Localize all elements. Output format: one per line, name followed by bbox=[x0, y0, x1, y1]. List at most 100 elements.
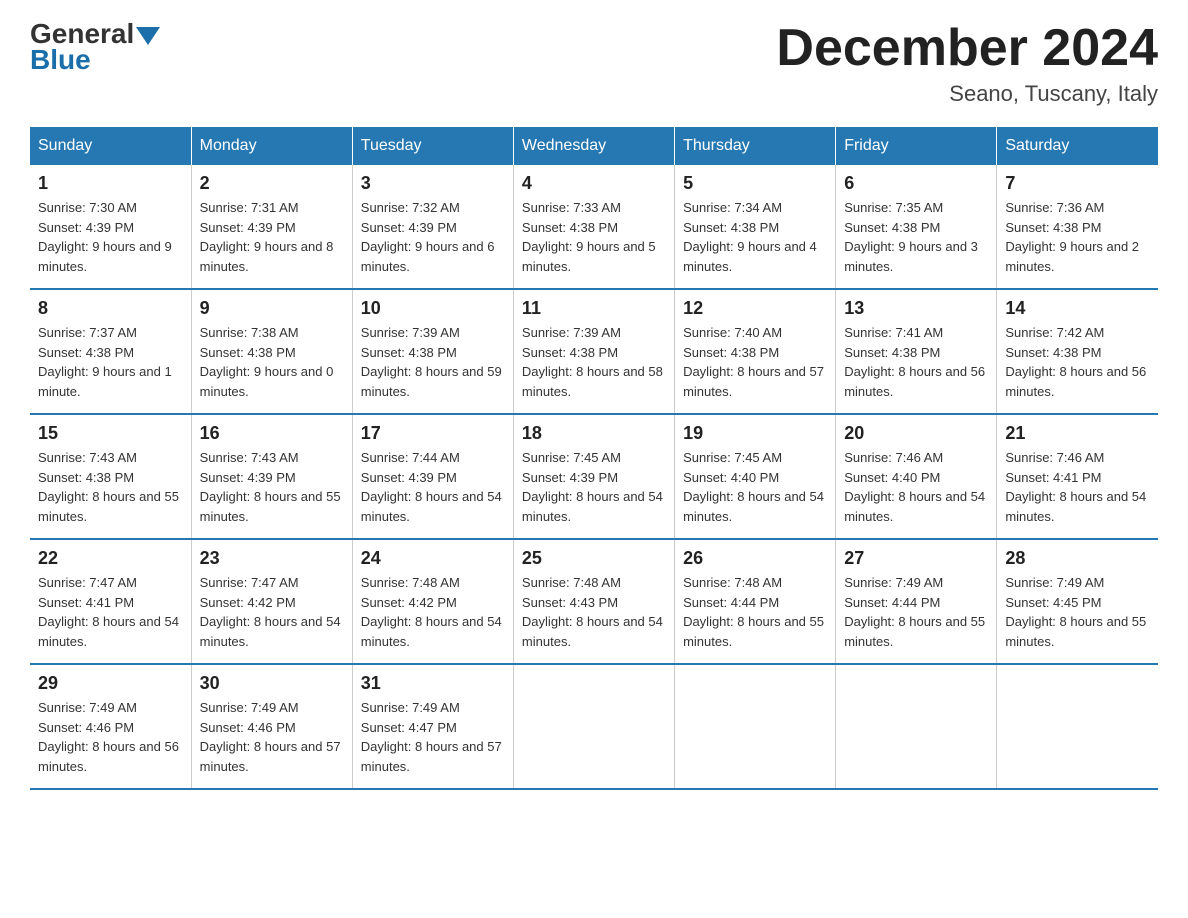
calendar-cell: 17 Sunrise: 7:44 AM Sunset: 4:39 PM Dayl… bbox=[352, 414, 513, 539]
calendar-cell: 4 Sunrise: 7:33 AM Sunset: 4:38 PM Dayli… bbox=[513, 165, 674, 289]
day-number: 28 bbox=[1005, 548, 1150, 569]
day-number: 8 bbox=[38, 298, 183, 319]
day-info: Sunrise: 7:31 AM Sunset: 4:39 PM Dayligh… bbox=[200, 198, 344, 276]
title-section: December 2024 Seano, Tuscany, Italy bbox=[776, 20, 1158, 107]
calendar-cell: 1 Sunrise: 7:30 AM Sunset: 4:39 PM Dayli… bbox=[30, 165, 191, 289]
day-number: 7 bbox=[1005, 173, 1150, 194]
calendar-cell bbox=[997, 664, 1158, 789]
day-info: Sunrise: 7:49 AM Sunset: 4:47 PM Dayligh… bbox=[361, 698, 505, 776]
calendar-day-header: Saturday bbox=[997, 127, 1158, 165]
day-info: Sunrise: 7:42 AM Sunset: 4:38 PM Dayligh… bbox=[1005, 323, 1150, 401]
calendar-cell: 20 Sunrise: 7:46 AM Sunset: 4:40 PM Dayl… bbox=[836, 414, 997, 539]
day-info: Sunrise: 7:38 AM Sunset: 4:38 PM Dayligh… bbox=[200, 323, 344, 401]
calendar-cell: 5 Sunrise: 7:34 AM Sunset: 4:38 PM Dayli… bbox=[675, 165, 836, 289]
day-number: 18 bbox=[522, 423, 666, 444]
day-number: 25 bbox=[522, 548, 666, 569]
day-info: Sunrise: 7:48 AM Sunset: 4:42 PM Dayligh… bbox=[361, 573, 505, 651]
calendar-day-header: Friday bbox=[836, 127, 997, 165]
day-info: Sunrise: 7:45 AM Sunset: 4:40 PM Dayligh… bbox=[683, 448, 827, 526]
day-info: Sunrise: 7:30 AM Sunset: 4:39 PM Dayligh… bbox=[38, 198, 183, 276]
calendar-cell: 7 Sunrise: 7:36 AM Sunset: 4:38 PM Dayli… bbox=[997, 165, 1158, 289]
day-number: 24 bbox=[361, 548, 505, 569]
day-info: Sunrise: 7:34 AM Sunset: 4:38 PM Dayligh… bbox=[683, 198, 827, 276]
logo-triangle-icon bbox=[136, 27, 160, 45]
day-number: 4 bbox=[522, 173, 666, 194]
day-info: Sunrise: 7:32 AM Sunset: 4:39 PM Dayligh… bbox=[361, 198, 505, 276]
day-number: 2 bbox=[200, 173, 344, 194]
day-info: Sunrise: 7:47 AM Sunset: 4:41 PM Dayligh… bbox=[38, 573, 183, 651]
calendar-day-header: Thursday bbox=[675, 127, 836, 165]
calendar-header-row: SundayMondayTuesdayWednesdayThursdayFrid… bbox=[30, 127, 1158, 165]
day-number: 22 bbox=[38, 548, 183, 569]
calendar-cell bbox=[675, 664, 836, 789]
page-header: General Blue December 2024 Seano, Tuscan… bbox=[30, 20, 1158, 107]
day-number: 10 bbox=[361, 298, 505, 319]
day-number: 13 bbox=[844, 298, 988, 319]
day-number: 31 bbox=[361, 673, 505, 694]
day-info: Sunrise: 7:44 AM Sunset: 4:39 PM Dayligh… bbox=[361, 448, 505, 526]
calendar-cell: 18 Sunrise: 7:45 AM Sunset: 4:39 PM Dayl… bbox=[513, 414, 674, 539]
day-number: 26 bbox=[683, 548, 827, 569]
location-text: Seano, Tuscany, Italy bbox=[776, 81, 1158, 107]
day-number: 3 bbox=[361, 173, 505, 194]
calendar-cell: 24 Sunrise: 7:48 AM Sunset: 4:42 PM Dayl… bbox=[352, 539, 513, 664]
calendar-cell: 15 Sunrise: 7:43 AM Sunset: 4:38 PM Dayl… bbox=[30, 414, 191, 539]
calendar-day-header: Sunday bbox=[30, 127, 191, 165]
day-number: 19 bbox=[683, 423, 827, 444]
calendar-day-header: Wednesday bbox=[513, 127, 674, 165]
day-number: 16 bbox=[200, 423, 344, 444]
calendar-cell: 21 Sunrise: 7:46 AM Sunset: 4:41 PM Dayl… bbox=[997, 414, 1158, 539]
calendar-cell: 11 Sunrise: 7:39 AM Sunset: 4:38 PM Dayl… bbox=[513, 289, 674, 414]
day-info: Sunrise: 7:46 AM Sunset: 4:40 PM Dayligh… bbox=[844, 448, 988, 526]
month-title: December 2024 bbox=[776, 20, 1158, 77]
calendar-cell: 16 Sunrise: 7:43 AM Sunset: 4:39 PM Dayl… bbox=[191, 414, 352, 539]
day-number: 11 bbox=[522, 298, 666, 319]
day-info: Sunrise: 7:40 AM Sunset: 4:38 PM Dayligh… bbox=[683, 323, 827, 401]
logo-blue-text: Blue bbox=[30, 46, 160, 74]
calendar-cell: 29 Sunrise: 7:49 AM Sunset: 4:46 PM Dayl… bbox=[30, 664, 191, 789]
calendar-week-row: 1 Sunrise: 7:30 AM Sunset: 4:39 PM Dayli… bbox=[30, 165, 1158, 289]
calendar-cell: 10 Sunrise: 7:39 AM Sunset: 4:38 PM Dayl… bbox=[352, 289, 513, 414]
calendar-week-row: 29 Sunrise: 7:49 AM Sunset: 4:46 PM Dayl… bbox=[30, 664, 1158, 789]
calendar-cell bbox=[836, 664, 997, 789]
calendar-day-header: Tuesday bbox=[352, 127, 513, 165]
day-info: Sunrise: 7:41 AM Sunset: 4:38 PM Dayligh… bbox=[844, 323, 988, 401]
calendar-week-row: 22 Sunrise: 7:47 AM Sunset: 4:41 PM Dayl… bbox=[30, 539, 1158, 664]
calendar-cell: 27 Sunrise: 7:49 AM Sunset: 4:44 PM Dayl… bbox=[836, 539, 997, 664]
calendar-cell: 25 Sunrise: 7:48 AM Sunset: 4:43 PM Dayl… bbox=[513, 539, 674, 664]
calendar-cell: 23 Sunrise: 7:47 AM Sunset: 4:42 PM Dayl… bbox=[191, 539, 352, 664]
calendar-cell: 28 Sunrise: 7:49 AM Sunset: 4:45 PM Dayl… bbox=[997, 539, 1158, 664]
calendar-cell: 30 Sunrise: 7:49 AM Sunset: 4:46 PM Dayl… bbox=[191, 664, 352, 789]
calendar-cell: 2 Sunrise: 7:31 AM Sunset: 4:39 PM Dayli… bbox=[191, 165, 352, 289]
day-number: 9 bbox=[200, 298, 344, 319]
day-info: Sunrise: 7:47 AM Sunset: 4:42 PM Dayligh… bbox=[200, 573, 344, 651]
calendar-cell: 14 Sunrise: 7:42 AM Sunset: 4:38 PM Dayl… bbox=[997, 289, 1158, 414]
day-number: 23 bbox=[200, 548, 344, 569]
day-info: Sunrise: 7:43 AM Sunset: 4:38 PM Dayligh… bbox=[38, 448, 183, 526]
day-info: Sunrise: 7:48 AM Sunset: 4:43 PM Dayligh… bbox=[522, 573, 666, 651]
day-info: Sunrise: 7:49 AM Sunset: 4:46 PM Dayligh… bbox=[38, 698, 183, 776]
day-info: Sunrise: 7:49 AM Sunset: 4:46 PM Dayligh… bbox=[200, 698, 344, 776]
day-number: 29 bbox=[38, 673, 183, 694]
day-number: 12 bbox=[683, 298, 827, 319]
calendar-week-row: 8 Sunrise: 7:37 AM Sunset: 4:38 PM Dayli… bbox=[30, 289, 1158, 414]
day-number: 20 bbox=[844, 423, 988, 444]
day-info: Sunrise: 7:35 AM Sunset: 4:38 PM Dayligh… bbox=[844, 198, 988, 276]
day-info: Sunrise: 7:36 AM Sunset: 4:38 PM Dayligh… bbox=[1005, 198, 1150, 276]
day-info: Sunrise: 7:39 AM Sunset: 4:38 PM Dayligh… bbox=[522, 323, 666, 401]
day-info: Sunrise: 7:46 AM Sunset: 4:41 PM Dayligh… bbox=[1005, 448, 1150, 526]
day-number: 17 bbox=[361, 423, 505, 444]
calendar-cell bbox=[513, 664, 674, 789]
logo: General Blue bbox=[30, 20, 160, 74]
calendar-cell: 31 Sunrise: 7:49 AM Sunset: 4:47 PM Dayl… bbox=[352, 664, 513, 789]
day-number: 1 bbox=[38, 173, 183, 194]
day-info: Sunrise: 7:49 AM Sunset: 4:45 PM Dayligh… bbox=[1005, 573, 1150, 651]
calendar-week-row: 15 Sunrise: 7:43 AM Sunset: 4:38 PM Dayl… bbox=[30, 414, 1158, 539]
calendar-day-header: Monday bbox=[191, 127, 352, 165]
calendar-cell: 12 Sunrise: 7:40 AM Sunset: 4:38 PM Dayl… bbox=[675, 289, 836, 414]
calendar-cell: 6 Sunrise: 7:35 AM Sunset: 4:38 PM Dayli… bbox=[836, 165, 997, 289]
calendar-cell: 19 Sunrise: 7:45 AM Sunset: 4:40 PM Dayl… bbox=[675, 414, 836, 539]
calendar-cell: 8 Sunrise: 7:37 AM Sunset: 4:38 PM Dayli… bbox=[30, 289, 191, 414]
day-number: 14 bbox=[1005, 298, 1150, 319]
day-number: 27 bbox=[844, 548, 988, 569]
